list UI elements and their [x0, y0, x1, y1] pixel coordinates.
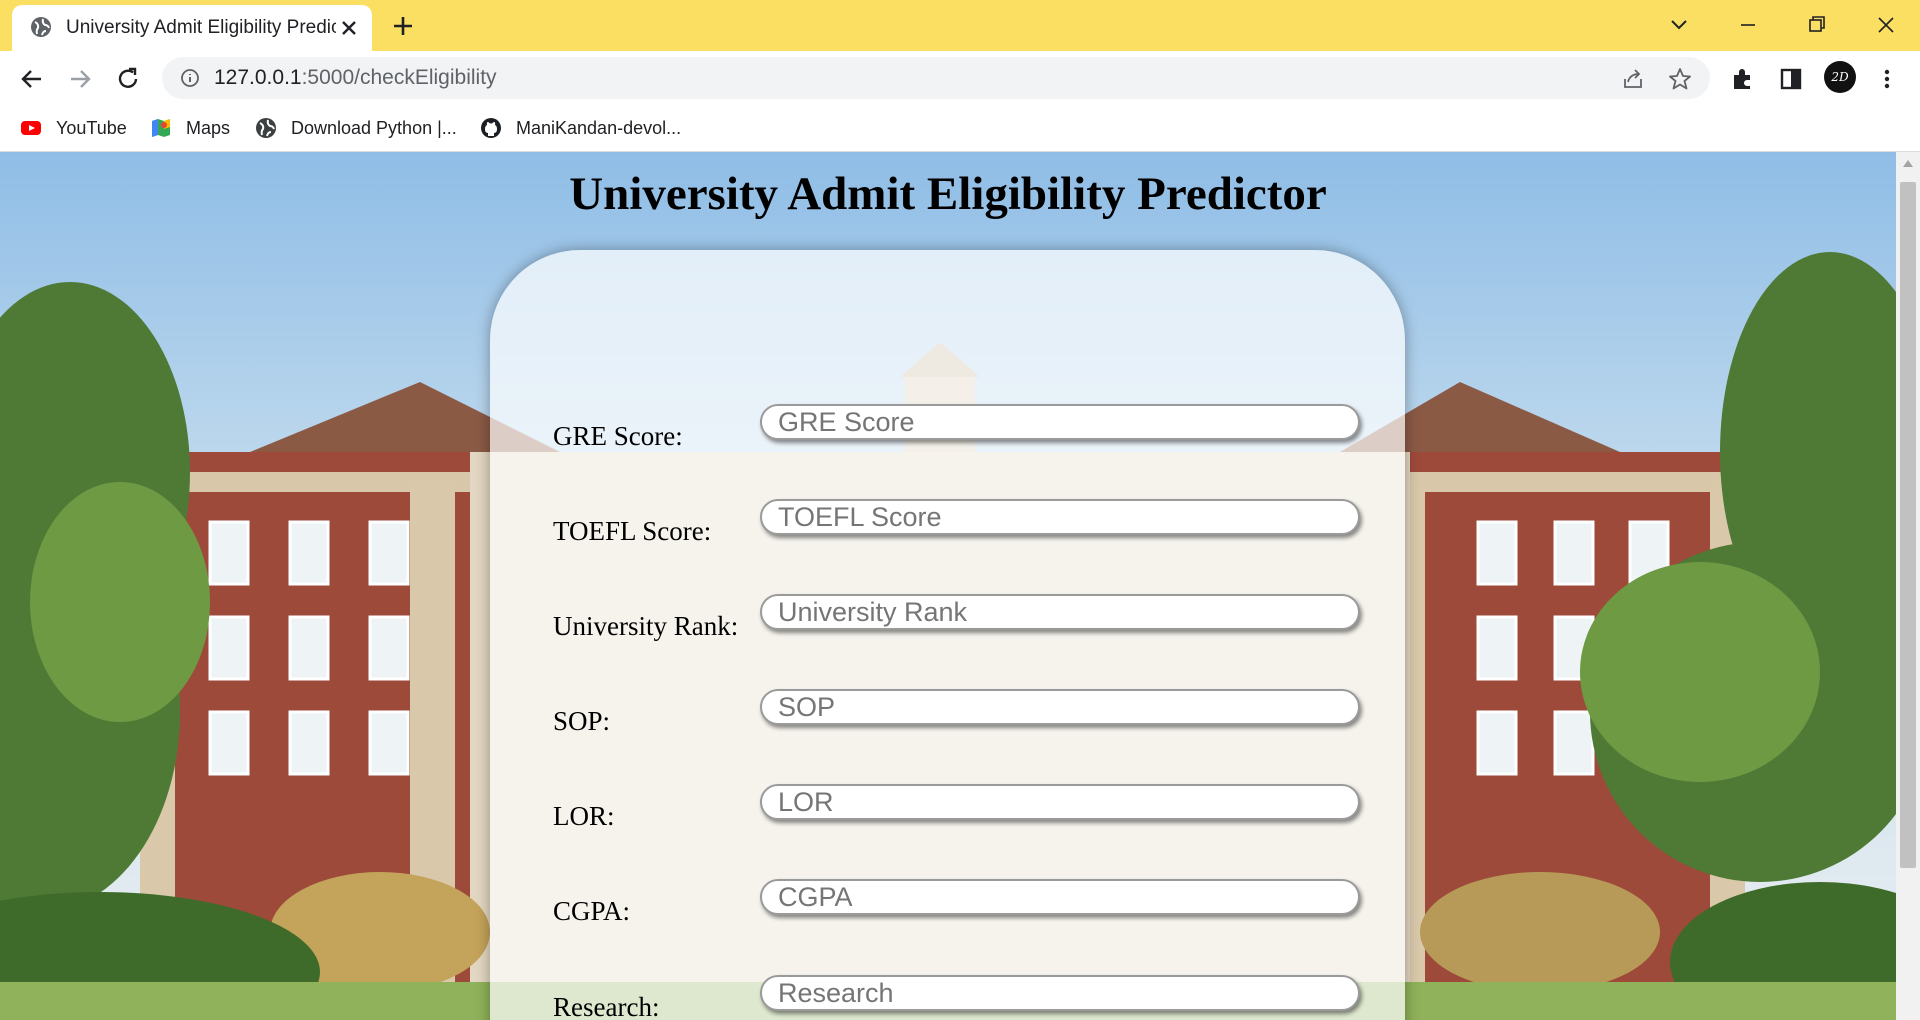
bookmark-label: YouTube [56, 117, 127, 138]
bookmark-download-python[interactable]: Download Python |... [255, 114, 457, 142]
gre-score-input[interactable] [760, 404, 1360, 440]
maps-icon [152, 119, 170, 137]
share-icon[interactable] [1620, 66, 1646, 92]
sop-label: SOP: [553, 706, 611, 736]
browser-toolbar: 127.0.0.1:5000/checkEligibility 2D [0, 51, 1920, 106]
bookmark-star-icon[interactable] [1667, 66, 1693, 92]
sop-input[interactable] [760, 689, 1360, 725]
profile-avatar[interactable]: 2D [1824, 61, 1856, 93]
url-host: 127.0.0.1 [214, 66, 302, 89]
toefl-score-input[interactable] [760, 499, 1360, 535]
research-input[interactable] [760, 975, 1360, 1011]
page-title: University Admit Eligibility Predictor [569, 168, 1327, 220]
university-rank-label: University Rank: [553, 611, 739, 641]
bookmark-maps[interactable]: Maps [150, 114, 230, 142]
gre-score-label: GRE Score: [553, 421, 683, 451]
research-label: Research: [553, 992, 660, 1020]
globe-icon [31, 17, 51, 37]
new-tab-plus-icon[interactable] [390, 13, 416, 39]
cgpa-label: CGPA: [553, 896, 631, 926]
page-viewport: University Admit Eligibility Predictor G… [0, 152, 1896, 1020]
university-rank-input[interactable] [760, 594, 1360, 630]
cgpa-input[interactable] [760, 879, 1360, 915]
lor-input[interactable] [760, 784, 1360, 820]
side-panel-icon[interactable] [1776, 64, 1806, 94]
tab-search-chevron-icon[interactable] [1664, 10, 1694, 40]
toefl-score-label: TOEFL Score: [553, 516, 712, 546]
browser-tab-strip: University Admit Eligibility Predictor [0, 0, 1920, 51]
minimize-icon[interactable] [1733, 10, 1763, 40]
bookmark-label: Maps [186, 117, 231, 138]
github-icon [481, 118, 501, 138]
browser-tab-active[interactable]: University Admit Eligibility Predictor [12, 5, 372, 51]
globe-icon [256, 118, 276, 138]
extensions-puzzle-icon[interactable] [1728, 64, 1758, 94]
youtube-icon [21, 121, 41, 135]
more-menu-icon[interactable] [1872, 64, 1902, 94]
bookmark-label: ManiKandan-devol... [516, 117, 682, 138]
lor-label: LOR: [553, 801, 615, 831]
tab-title: University Admit Eligibility Predictor [66, 17, 336, 38]
bookmark-youtube[interactable]: YouTube [20, 114, 127, 142]
address-bar[interactable]: 127.0.0.1:5000/checkEligibility [162, 57, 1710, 99]
reload-icon[interactable] [113, 64, 143, 94]
url-path: :5000/checkEligibility [301, 66, 497, 89]
forward-arrow-icon[interactable] [65, 64, 95, 94]
eligibility-form-card: GRE Score: TOEFL Score: University Rank:… [490, 250, 1405, 1020]
bookmark-github[interactable]: ManiKandan-devol... [480, 114, 681, 142]
back-arrow-icon[interactable] [17, 64, 47, 94]
page-scrollbar[interactable] [1896, 152, 1920, 1020]
url-text: 127.0.0.1:5000/checkEligibility [214, 66, 497, 90]
close-window-icon[interactable] [1871, 10, 1901, 40]
scroll-up-arrow-icon[interactable] [1902, 158, 1914, 168]
close-tab-icon[interactable] [338, 17, 360, 39]
site-info-icon[interactable] [180, 68, 200, 88]
scrollbar-thumb[interactable] [1900, 182, 1916, 868]
restore-icon[interactable] [1802, 10, 1832, 40]
bookmark-label: Download Python |... [291, 117, 457, 138]
bookmarks-bar: YouTube Maps Download Python |... ManiKa… [0, 106, 1920, 152]
